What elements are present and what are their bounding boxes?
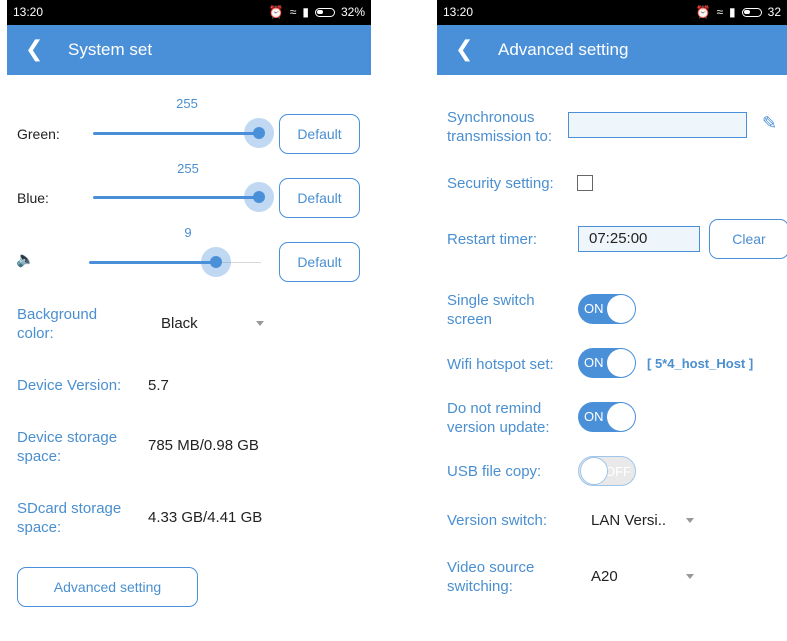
volume-slider-knob[interactable] xyxy=(201,247,231,277)
wifi-icon: ≈ xyxy=(289,5,297,19)
wifi-icon: ≈ xyxy=(716,5,724,19)
chevron-left-icon[interactable]: ❮ xyxy=(455,37,473,61)
version-switch-label: Version switch: xyxy=(447,512,548,529)
sync-transmission-input[interactable] xyxy=(568,112,747,138)
background-color-dropdown[interactable]: Black xyxy=(161,315,198,332)
single-switch-toggle[interactable]: ON xyxy=(578,294,636,324)
green-label: Green: xyxy=(17,126,60,142)
status-bar: 13:20 ⏰ ≈ ▮ 32 xyxy=(437,0,787,25)
green-slider-value: 255 xyxy=(176,96,198,108)
blue-slider-track[interactable] xyxy=(93,196,261,199)
chevron-left-icon[interactable]: ❮ xyxy=(25,37,43,61)
pencil-icon[interactable]: ✎ xyxy=(762,113,777,134)
chevron-down-icon[interactable] xyxy=(686,574,694,579)
volume-default-button[interactable]: Default xyxy=(279,242,360,282)
clear-button[interactable]: Clear xyxy=(709,219,787,259)
restart-timer-input[interactable]: 07:25:00 xyxy=(578,226,700,252)
blue-slider-value: 255 xyxy=(177,161,199,176)
background-color-label: Background color: xyxy=(17,306,98,342)
sdcard-storage-value: 4.33 GB/4.41 GB xyxy=(148,509,263,526)
blue-label: Blue: xyxy=(17,190,49,206)
green-slider-track[interactable] xyxy=(93,132,261,135)
advanced-setting-button[interactable]: Advanced setting xyxy=(17,567,198,607)
volume-slider-track[interactable] xyxy=(89,261,216,264)
toggle-thumb xyxy=(607,295,635,323)
toggle-thumb xyxy=(580,457,608,485)
toggle-state: ON xyxy=(584,355,604,370)
wifi-hotspot-label: Wifi hotspot set: xyxy=(447,356,554,373)
toggle-thumb xyxy=(607,349,635,377)
status-time: 13:20 xyxy=(13,5,44,19)
battery-percent: 32 xyxy=(767,5,781,19)
video-source-label: Video source switching: xyxy=(447,559,535,595)
page-title: System set xyxy=(68,40,153,59)
device-version-label: Device Version: xyxy=(17,377,122,394)
device-version-value: 5.7 xyxy=(148,377,169,394)
signal-icon: ▮ xyxy=(302,5,309,19)
hotspot-name[interactable]: [ 5*4_host_Host ] xyxy=(647,356,753,371)
green-slider-knob[interactable] xyxy=(244,118,274,148)
do-not-remind-toggle[interactable]: ON xyxy=(578,402,636,432)
battery-percent: 32% xyxy=(340,5,365,19)
blue-default-button[interactable]: Default xyxy=(279,178,360,218)
alarm-icon: ⏰ xyxy=(695,5,711,19)
signal-icon: ▮ xyxy=(729,5,736,19)
chevron-down-icon[interactable] xyxy=(256,321,264,326)
system-set-screen: 13:20 ⏰ ≈ ▮ 32% ❮ System set 255 Green: … xyxy=(7,0,371,641)
status-time: 13:20 xyxy=(443,5,474,19)
status-bar: 13:20 ⏰ ≈ ▮ 32% xyxy=(7,0,371,25)
toggle-thumb xyxy=(607,403,635,431)
single-switch-label: Single switch screen xyxy=(447,292,535,328)
wifi-hotspot-toggle[interactable]: ON xyxy=(578,348,636,378)
do-not-remind-label: Do not remind version update: xyxy=(447,400,550,436)
device-storage-value: 785 MB/0.98 GB xyxy=(148,437,259,454)
blue-slider-knob[interactable] xyxy=(244,182,274,212)
volume-slider-value: 9 xyxy=(184,225,192,240)
green-default-button[interactable]: Default xyxy=(279,114,360,154)
security-setting-label: Security setting: xyxy=(447,175,554,192)
restart-timer-label: Restart timer: xyxy=(447,231,538,248)
status-icons: ⏰ ≈ ▮ 32% xyxy=(269,0,365,25)
toggle-state: ON xyxy=(584,301,604,316)
chevron-down-icon[interactable] xyxy=(686,518,694,523)
version-switch-dropdown[interactable]: LAN Versi.. xyxy=(591,512,666,529)
usb-file-copy-label: USB file copy: xyxy=(447,463,542,480)
device-storage-label: Device storage space: xyxy=(17,429,118,465)
advanced-setting-screen: 13:20 ⏰ ≈ ▮ 32 ❮ Advanced setting Synchr… xyxy=(437,0,787,641)
sdcard-storage-label: SDcard storage space: xyxy=(17,500,122,536)
usb-file-copy-toggle[interactable]: OFF xyxy=(578,456,636,486)
toggle-state: OFF xyxy=(605,464,631,479)
video-source-dropdown[interactable]: A20 xyxy=(591,568,618,585)
app-bar: ❮ System set xyxy=(7,25,371,75)
battery-icon xyxy=(314,8,335,17)
battery-icon xyxy=(741,8,762,17)
volume-icon: 🔈 xyxy=(16,251,35,268)
alarm-icon: ⏰ xyxy=(268,5,284,19)
app-bar: ❮ Advanced setting xyxy=(437,25,787,75)
status-icons: ⏰ ≈ ▮ 32 xyxy=(695,0,781,25)
sync-transmission-label: Synchronous transmission to: xyxy=(447,109,553,145)
page-title: Advanced setting xyxy=(498,40,629,59)
toggle-state: ON xyxy=(584,409,604,424)
security-checkbox[interactable] xyxy=(577,175,593,191)
